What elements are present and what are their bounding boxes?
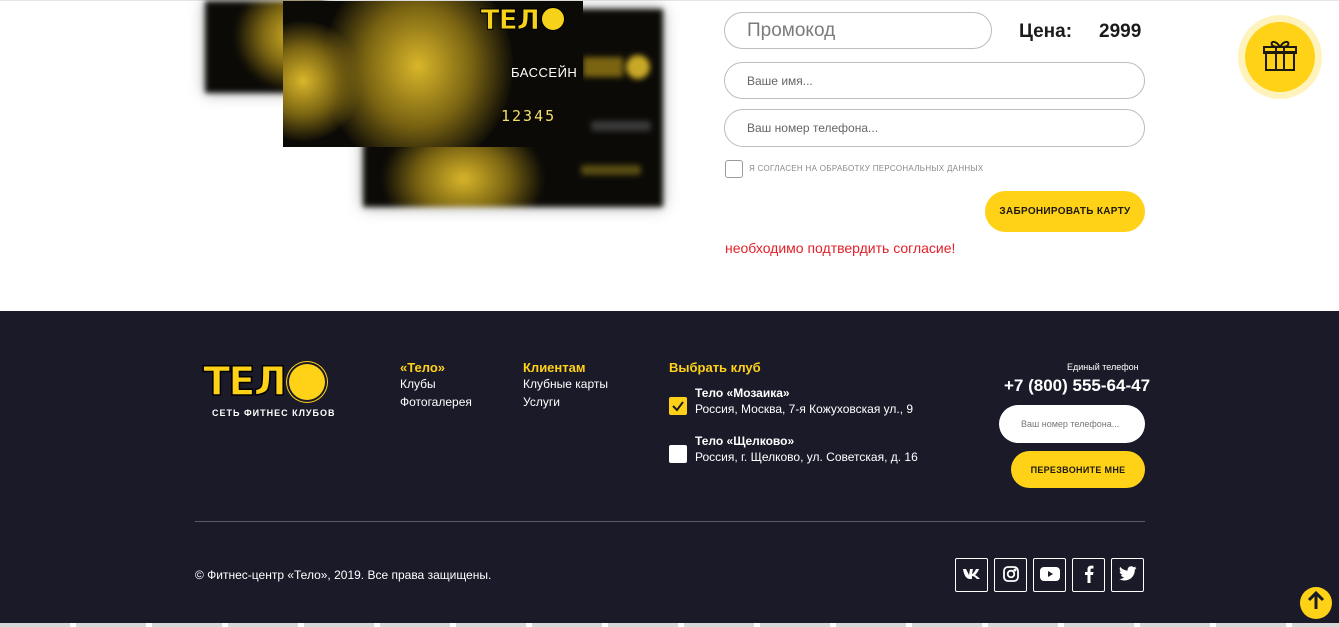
copyright-text: © Фитнес-центр «Тело», 2019. Все права з… xyxy=(195,568,492,582)
price-value: 2999 xyxy=(1099,21,1142,42)
club-address-shchelkovo: Россия, г. Щелково, ул. Советская, д. 16 xyxy=(695,450,918,464)
club-checkbox-mozaika[interactable] xyxy=(669,397,687,415)
phone-input[interactable]: Ваш номер телефона... xyxy=(724,109,1145,147)
card-back-number xyxy=(581,165,641,175)
instagram-icon xyxy=(1002,565,1019,585)
callback-phone-input[interactable]: Ваш номер телефона... xyxy=(999,405,1145,443)
footer-column-title-clients[interactable]: Клиентам xyxy=(523,360,585,375)
social-facebook-button[interactable] xyxy=(1072,558,1105,592)
booking-section: ТЕЛ БАССЕЙН 12345 Промокод Цена: 2999 Ва… xyxy=(0,0,1339,311)
footer-link-clubs[interactable]: Клубы xyxy=(400,377,436,391)
gift-icon xyxy=(1262,38,1298,77)
consent-label: Я согласен на обработку персональных дан… xyxy=(749,164,984,173)
vk-icon xyxy=(962,568,982,583)
footer-divider xyxy=(195,521,1145,522)
club-name-shchelkovo[interactable]: Тело «Щелково» xyxy=(695,434,794,448)
youtube-icon xyxy=(1039,566,1060,584)
consent-checkbox[interactable] xyxy=(725,160,743,178)
choose-club-title: Выбрать клуб xyxy=(669,360,761,375)
footer-link-gallery[interactable]: Фотогалерея xyxy=(400,395,472,409)
scroll-to-top-button[interactable] xyxy=(1300,587,1332,619)
social-instagram-button[interactable] xyxy=(994,558,1027,592)
footer: ТЕЛ СЕТЬ ФИТНЕС КЛУБОВ «Тело» Клубы Фото… xyxy=(0,311,1339,627)
card-logo: ТЕЛ xyxy=(480,3,565,37)
facebook-icon xyxy=(1084,565,1094,586)
footer-link-services[interactable]: Услуги xyxy=(523,395,560,409)
consent-error-message: необходимо подтвердить согласие! xyxy=(725,240,956,256)
footer-link-club-cards[interactable]: Клубные карты xyxy=(523,377,608,391)
card-type-label: БАССЕЙН xyxy=(511,65,578,80)
page-bottom-strip xyxy=(0,623,1339,627)
gift-button[interactable] xyxy=(1238,15,1322,99)
social-youtube-button[interactable] xyxy=(1033,558,1066,592)
promo-code-input[interactable]: Промокод xyxy=(724,12,992,49)
callback-button[interactable]: ПЕРЕЗВОНИТЕ МНЕ xyxy=(1011,451,1145,488)
twitter-icon xyxy=(1118,566,1137,584)
phone-number-link[interactable]: +7 (800) 555-64-47 xyxy=(1004,376,1150,396)
footer-logo[interactable]: ТЕЛ СЕТЬ ФИТНЕС КЛУБОВ xyxy=(202,361,336,418)
card-back-logo xyxy=(583,53,653,81)
club-checkbox-shchelkovo[interactable] xyxy=(669,445,687,463)
footer-column-title-telo[interactable]: «Тело» xyxy=(400,360,445,375)
price-label: Цена: xyxy=(1019,21,1073,42)
name-input[interactable]: Ваше имя... xyxy=(724,62,1145,99)
club-name-mozaika[interactable]: Тело «Мозаика» xyxy=(695,386,790,400)
phone-label: Единый телефон xyxy=(1067,362,1139,372)
check-icon xyxy=(669,401,687,419)
arrow-up-icon xyxy=(1304,589,1328,618)
card-number: 12345 xyxy=(501,107,557,125)
social-twitter-button[interactable] xyxy=(1111,558,1144,592)
social-vk-button[interactable] xyxy=(955,558,988,592)
reserve-card-button[interactable]: ЗАБРОНИРОВАТЬ КАРТУ xyxy=(985,191,1145,232)
card-image-front: ТЕЛ БАССЕЙН 12345 xyxy=(283,1,583,147)
footer-logo-subtitle: СЕТЬ ФИТНЕС КЛУБОВ xyxy=(212,408,336,418)
card-back-text xyxy=(591,121,651,131)
club-address-mozaika: Россия, Москва, 7-я Кожуховская ул., 9 xyxy=(695,402,914,416)
